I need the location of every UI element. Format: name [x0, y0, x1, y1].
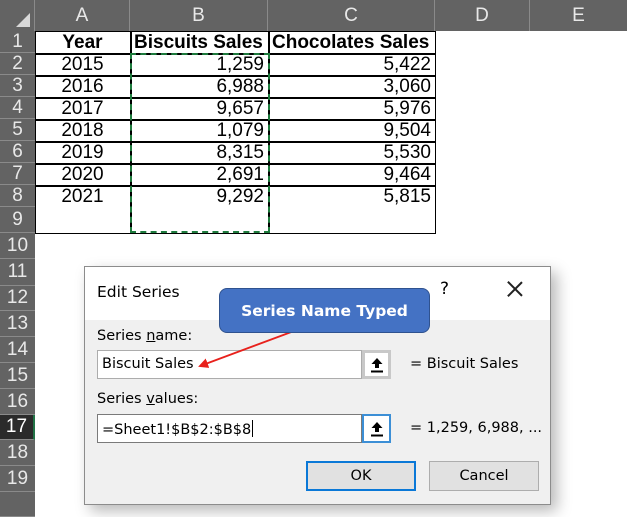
table-gridline [35, 119, 436, 121]
select-all-button[interactable] [0, 0, 35, 31]
column-header-b[interactable]: B [130, 0, 268, 31]
cell-year[interactable]: 2016 [35, 76, 130, 97]
cell-biscuits-sales[interactable]: 2,691 [130, 164, 268, 185]
table-gridline [35, 163, 436, 165]
select-all-triangle-icon [16, 13, 30, 27]
label-text: Series [97, 328, 147, 344]
cell-year[interactable]: 2021 [35, 186, 130, 207]
row-header-4[interactable]: 4 [0, 97, 35, 119]
cell-chocolates-sales[interactable]: 5,976 [268, 98, 435, 119]
row-header-3[interactable]: 3 [0, 75, 35, 97]
series-values-label: Series values: [97, 391, 198, 407]
cell-biscuits-sales[interactable]: 9,292 [130, 186, 268, 207]
cell-chocolates-sales[interactable]: 9,464 [268, 164, 435, 185]
cell-biscuits-sales[interactable]: 8,315 [130, 142, 268, 163]
table-gridline [35, 141, 436, 143]
series-values-preview: = 1,259, 6,988, ... [410, 420, 543, 436]
series-name-preview: = Biscuit Sales [410, 356, 519, 372]
cell-year[interactable]: 2018 [35, 120, 130, 141]
row-header-10[interactable]: 10 [0, 233, 35, 259]
cell-biscuits-sales[interactable]: 9,657 [130, 98, 268, 119]
row-header-19[interactable]: 19 [0, 466, 35, 492]
column-header-c[interactable]: C [268, 0, 435, 31]
series-values-input[interactable]: =Sheet1!$B$2:$B$8 [97, 414, 362, 443]
cell-chocolates-sales[interactable]: 5,422 [268, 54, 435, 75]
row-header-1[interactable]: 1 [0, 31, 35, 53]
cell-year[interactable]: 2019 [35, 142, 130, 163]
header-cell-year[interactable]: Year [35, 32, 130, 53]
cell-chocolates-sales[interactable]: 3,060 [268, 76, 435, 97]
table-gridline [35, 75, 436, 77]
table-gridline [35, 97, 436, 99]
cell-chocolates-sales[interactable]: 9,504 [268, 120, 435, 141]
dialog-title: Edit Series [97, 283, 180, 301]
row-header-18[interactable]: 18 [0, 440, 35, 466]
row-header-14[interactable]: 14 [0, 337, 35, 363]
cancel-button[interactable]: Cancel [429, 461, 539, 491]
row-header-17[interactable]: 17 [0, 415, 35, 440]
row-header-5[interactable]: 5 [0, 119, 35, 141]
label-text: Series [97, 391, 147, 407]
row-header-partial [0, 492, 35, 517]
series-name-input[interactable]: Biscuit Sales [97, 350, 362, 379]
cell-biscuits-sales[interactable]: 1,079 [130, 120, 268, 141]
row-header-13[interactable]: 13 [0, 311, 35, 337]
cell-year[interactable]: 2020 [35, 164, 130, 185]
series-name-collapse-button[interactable] [362, 350, 391, 379]
header-cell-chocolates-sales[interactable]: Chocolates Sales [268, 32, 435, 53]
table-gridline [130, 31, 132, 234]
row-header-2[interactable]: 2 [0, 53, 35, 75]
accelerator-key: v [146, 391, 155, 407]
row-header-6[interactable]: 6 [0, 141, 35, 163]
column-header-d[interactable]: D [435, 0, 530, 31]
row-header-11[interactable]: 11 [0, 259, 35, 286]
column-header-a[interactable]: A [35, 0, 130, 31]
header-cell-biscuits-sales[interactable]: Biscuits Sales [130, 32, 270, 53]
series-name-label: Series name: [97, 328, 192, 344]
cell-year[interactable]: 2015 [35, 54, 130, 75]
table-gridline [268, 31, 270, 234]
row-header-12[interactable]: 12 [0, 286, 35, 311]
cell-chocolates-sales[interactable]: 5,815 [268, 186, 435, 207]
table-gridline [35, 185, 436, 187]
series-values-text: =Sheet1!$B$2:$B$8 [102, 422, 252, 438]
cell-biscuits-sales[interactable]: 6,988 [130, 76, 268, 97]
series-values-collapse-button[interactable] [362, 414, 391, 443]
cell-year[interactable]: 2017 [35, 98, 130, 119]
annotation-callout: Series Name Typed [219, 288, 430, 333]
arrow-up-icon [370, 357, 383, 372]
column-header-e[interactable]: E [530, 0, 627, 31]
label-text: ame: [155, 328, 193, 344]
table-gridline [35, 53, 436, 55]
arrow-up-icon [370, 421, 383, 436]
row-header-15[interactable]: 15 [0, 363, 35, 389]
help-button[interactable]: ? [440, 279, 449, 299]
label-text: alues: [154, 391, 199, 407]
row-header-7[interactable]: 7 [0, 163, 35, 185]
row-header-9[interactable]: 9 [0, 207, 35, 233]
ok-button[interactable]: OK [306, 461, 416, 491]
row-header-16[interactable]: 16 [0, 389, 35, 415]
cell-biscuits-sales[interactable]: 1,259 [130, 54, 268, 75]
row-header-8[interactable]: 8 [0, 185, 35, 207]
text-caret [252, 420, 254, 437]
cell-chocolates-sales[interactable]: 5,530 [268, 142, 435, 163]
close-icon[interactable] [503, 277, 527, 301]
